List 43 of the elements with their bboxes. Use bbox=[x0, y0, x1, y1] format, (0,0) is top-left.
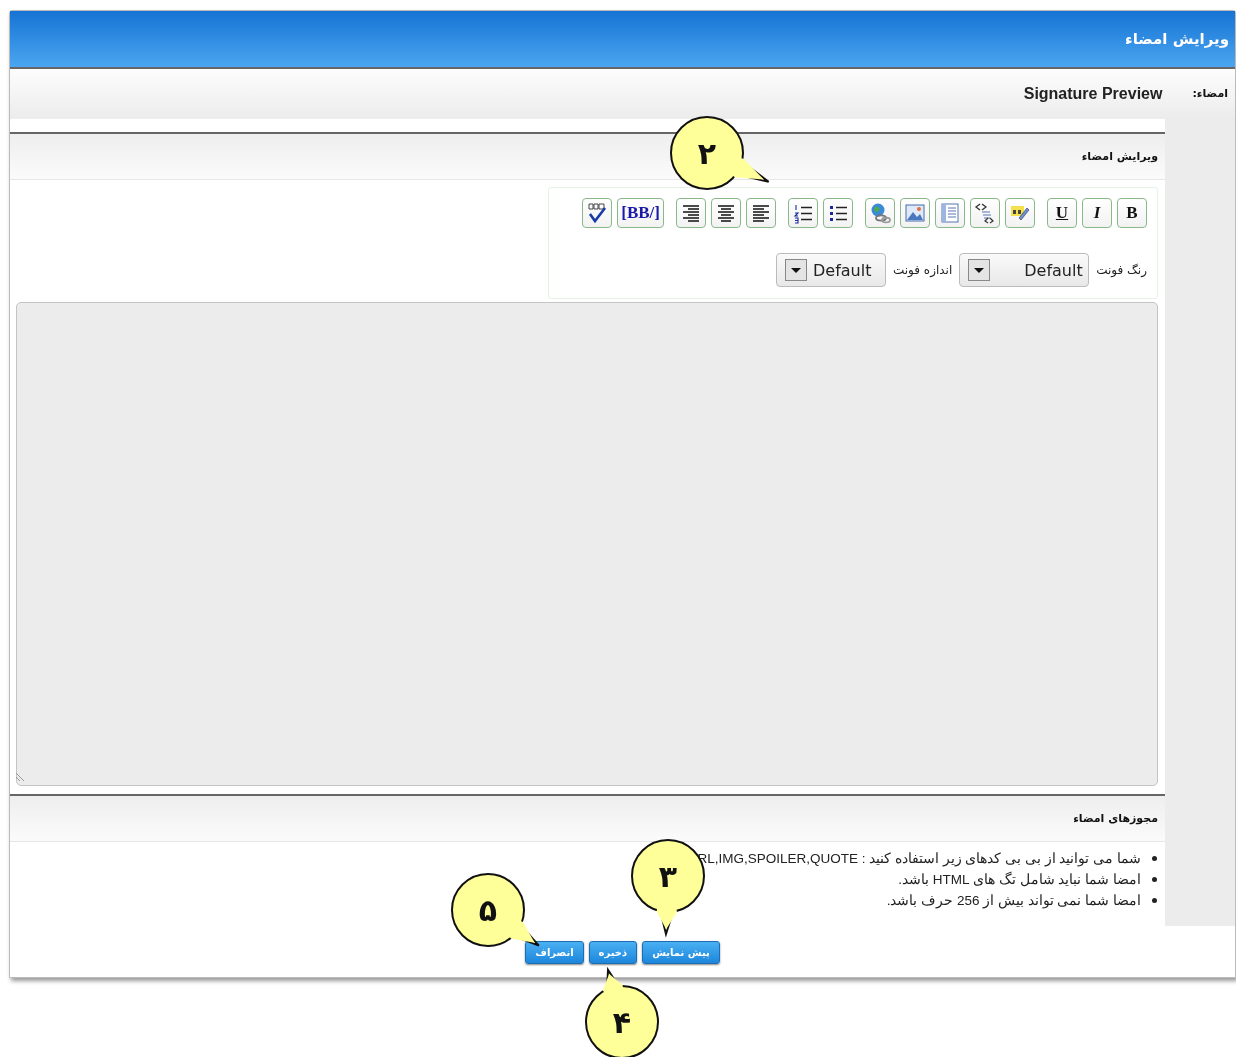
font-color-label: رنگ فونت bbox=[1096, 263, 1147, 277]
globe-link-button[interactable] bbox=[865, 198, 895, 228]
permission-item: امضا شما نباید شامل تگ های HTML باشد. bbox=[897, 870, 1142, 889]
bullet-icon bbox=[1152, 856, 1157, 861]
permission-item: امضا شما نمی تواند بیش از 256 حرف باشد. bbox=[885, 891, 1142, 911]
font-size-label: اندازه فونت bbox=[893, 263, 953, 277]
code-icon bbox=[974, 202, 996, 224]
italic-button[interactable]: I bbox=[1082, 198, 1112, 228]
globe-link-icon bbox=[869, 202, 891, 224]
section-title: مجوزهای امضاء bbox=[1073, 812, 1158, 825]
dropdown[interactable]: Default bbox=[959, 253, 1090, 287]
window-title: ویرایش امضاء bbox=[1125, 30, 1229, 48]
document-icon bbox=[939, 202, 961, 224]
align-left-button[interactable] bbox=[746, 198, 776, 228]
numbered-list-button[interactable] bbox=[788, 198, 818, 228]
bbcode-button[interactable]: [BB/] bbox=[617, 198, 664, 228]
dropdown[interactable]: Default bbox=[776, 253, 886, 287]
signature-label: امضاء: bbox=[1192, 87, 1228, 100]
bold-button[interactable]: B bbox=[1117, 198, 1147, 228]
underline-button[interactable]: U bbox=[1047, 198, 1077, 228]
callout-number: ۵ bbox=[477, 891, 499, 930]
callout-number: ۳ bbox=[657, 857, 679, 896]
align-left-icon bbox=[750, 202, 772, 224]
bullet-icon bbox=[1152, 877, 1157, 882]
align-center-icon bbox=[715, 202, 737, 224]
align-right-button[interactable] bbox=[676, 198, 706, 228]
callout-number: ۲ bbox=[696, 134, 718, 173]
spell-check-button[interactable] bbox=[582, 198, 613, 228]
numbered-list-icon bbox=[792, 202, 814, 224]
signature-field[interactable] bbox=[16, 302, 1158, 786]
signature-preview: Signature Preview bbox=[1023, 84, 1163, 103]
bullet-list-button[interactable] bbox=[823, 198, 853, 228]
code-button[interactable] bbox=[970, 198, 1000, 228]
section-title: ویرایش امضاء bbox=[1081, 150, 1158, 163]
image-icon bbox=[904, 202, 926, 224]
bullet-icon bbox=[1152, 898, 1157, 903]
highlighter-button[interactable] bbox=[1005, 198, 1035, 228]
spell-check-icon bbox=[586, 202, 609, 224]
callout-number: ۴ bbox=[611, 1003, 633, 1042]
image-button[interactable] bbox=[900, 198, 930, 228]
resize-grip-icon[interactable] bbox=[15, 772, 25, 782]
align-center-button[interactable] bbox=[711, 198, 741, 228]
align-right-icon bbox=[680, 202, 702, 224]
